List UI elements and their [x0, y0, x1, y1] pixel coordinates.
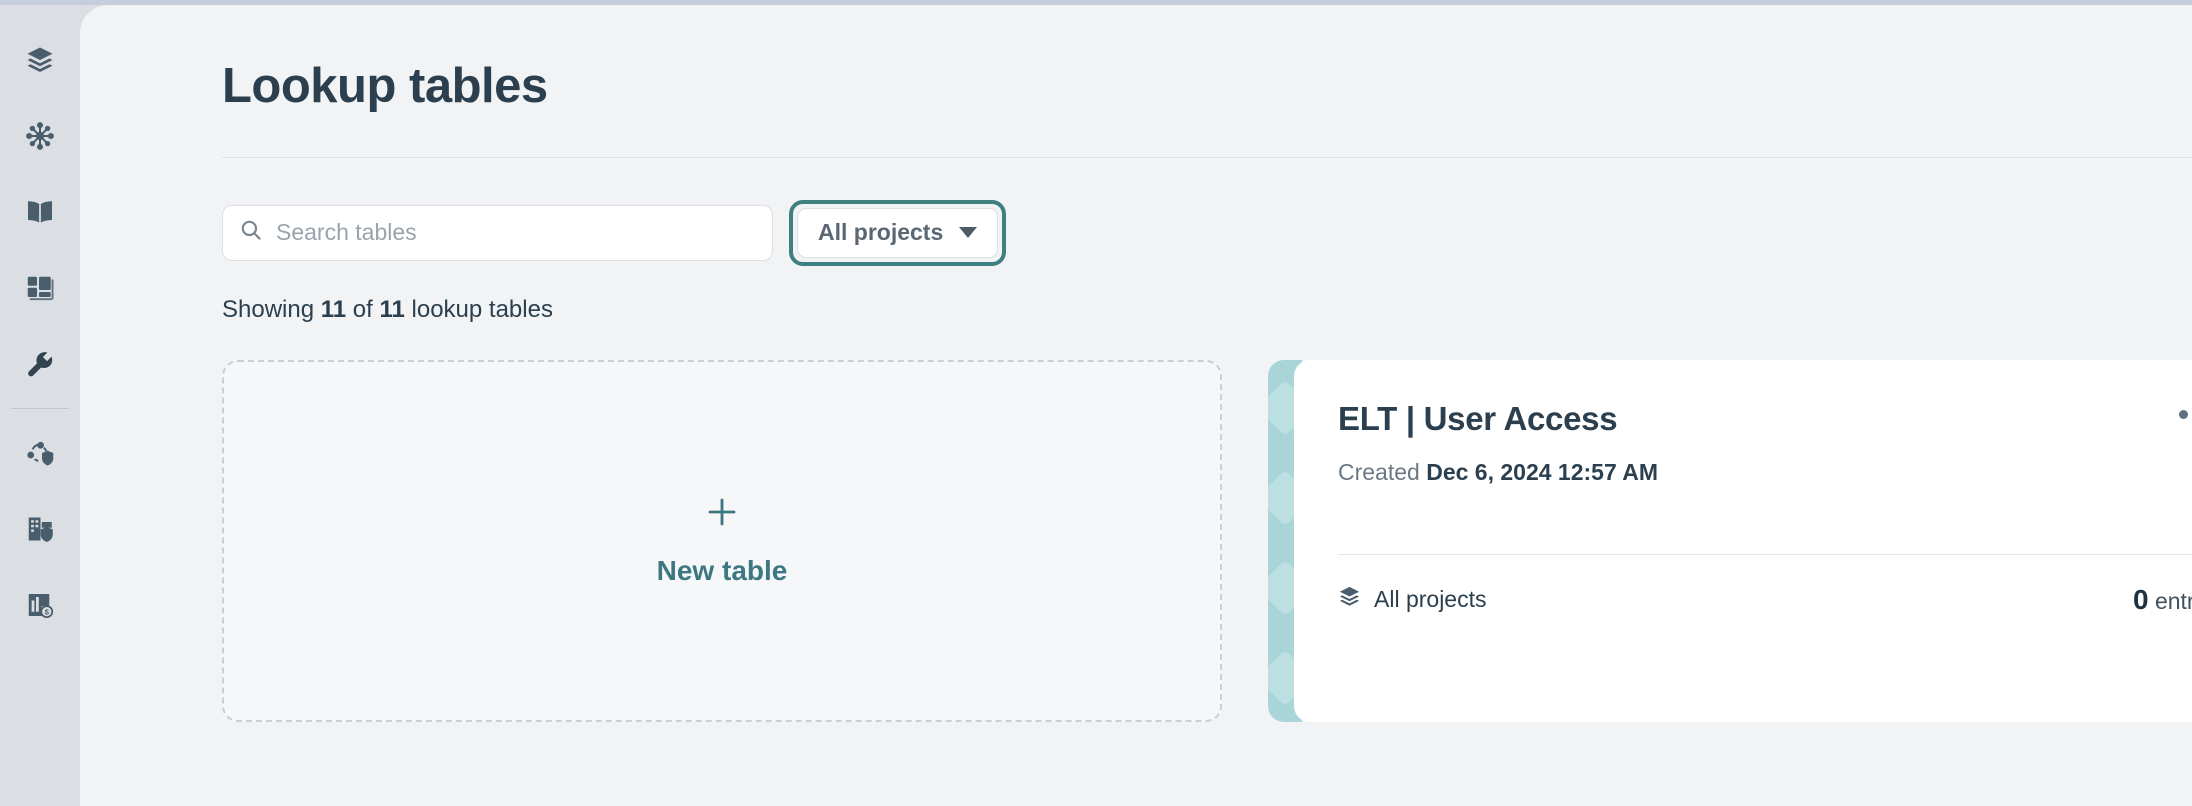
- sidebar-item-network[interactable]: [0, 98, 80, 174]
- more-options-icon[interactable]: [2175, 400, 2192, 429]
- sidebar-item-layers[interactable]: [0, 22, 80, 98]
- entries-label: entries: [2154, 587, 2192, 614]
- card-scope-label: All projects: [1374, 586, 1487, 613]
- wrench-icon: [25, 349, 55, 379]
- left-navigation-rail: $: [0, 0, 80, 806]
- network-shield-icon: [25, 438, 55, 468]
- book-icon: [25, 197, 55, 227]
- created-timestamp: Created Dec 6, 2024 12:57 AM: [1338, 459, 2192, 486]
- project-filter-dropdown[interactable]: All projects: [797, 207, 999, 258]
- sidebar-item-tools[interactable]: [0, 326, 80, 402]
- svg-text:$: $: [45, 607, 50, 616]
- created-label: Created: [1338, 458, 1420, 485]
- search-icon: [239, 218, 263, 247]
- building-shield-icon: [25, 514, 55, 544]
- summary-total-count: 11: [379, 295, 405, 323]
- sidebar-item-billing[interactable]: $: [0, 567, 80, 643]
- created-value: Dec 6, 2024 12:57 AM: [1426, 458, 1659, 485]
- sidebar-item-network-security[interactable]: [0, 415, 80, 491]
- layers-icon: [1338, 585, 1361, 614]
- report-dollar-icon: $: [25, 590, 55, 620]
- top-accent-strip: [0, 0, 2192, 5]
- card-body: ELT | User Access Created Dec 6, 2024 12…: [1294, 359, 2192, 722]
- card-divider: [1338, 553, 2192, 555]
- summary-prefix: Showing: [222, 295, 315, 323]
- card-scope: All projects: [1338, 585, 1486, 614]
- card-header: ELT | User Access: [1338, 400, 2192, 438]
- plus-icon: [704, 494, 740, 535]
- sidebar-item-dashboard[interactable]: [0, 250, 80, 326]
- card-footer: All projects 0 entries: [1338, 584, 2192, 616]
- project-filter-focus-ring: All projects: [789, 199, 1007, 266]
- lookup-table-card[interactable]: ELT | User Access Created Dec 6, 2024 12…: [1268, 359, 2192, 722]
- summary-shown-count: 11: [320, 295, 347, 323]
- entries-count: 0: [2132, 583, 2149, 615]
- search-input[interactable]: [276, 219, 756, 247]
- page-title: Lookup tables: [222, 59, 548, 113]
- sidebar-item-catalog[interactable]: [0, 174, 80, 250]
- layers-icon: [25, 45, 55, 75]
- project-filter-label: All projects: [818, 219, 944, 246]
- network-hub-icon: [25, 121, 55, 151]
- card-entries: 0 entries: [2133, 584, 2192, 616]
- search-tables-box[interactable]: [222, 204, 773, 261]
- lookup-table-title: ELT | User Access: [1338, 399, 1618, 437]
- dashboard-icon: [25, 273, 55, 303]
- results-summary: Showing 11 of 11 lookup tables: [80, 266, 2192, 324]
- new-table-card[interactable]: New table: [222, 359, 1222, 722]
- summary-suffix: lookup tables: [411, 295, 553, 323]
- app-root: $ Lookup tables All projects: [0, 0, 2192, 806]
- chevron-down-icon: [959, 227, 978, 239]
- sidebar-divider: [11, 408, 69, 409]
- new-table-label: New table: [656, 555, 788, 587]
- filter-toolbar: All projects: [80, 158, 2192, 266]
- sidebar-item-org-security[interactable]: [0, 491, 80, 567]
- main-content-panel: Lookup tables All projects: [80, 5, 2192, 806]
- summary-middle: of: [352, 295, 373, 323]
- lookup-tables-grid: New table ELT | User Access Created Dec …: [80, 324, 2192, 722]
